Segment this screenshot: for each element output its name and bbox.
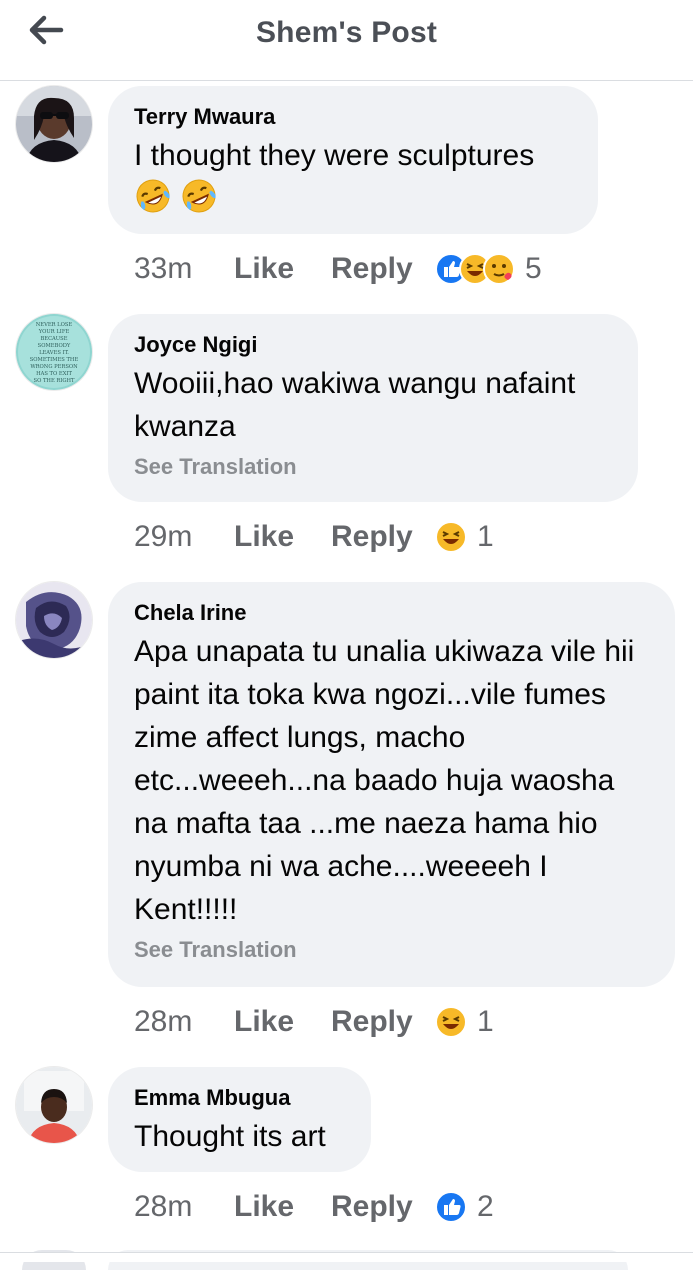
page-title: Shem's Post bbox=[255, 16, 438, 49]
reply-button[interactable]: Reply bbox=[331, 520, 435, 554]
like-reaction-icon bbox=[435, 1191, 467, 1223]
comment-actions: 33m Like Reply 5 bbox=[134, 249, 542, 289]
love-reaction-icon bbox=[483, 253, 515, 285]
comment-timestamp[interactable]: 29m bbox=[134, 520, 234, 554]
comment-author[interactable]: Emma Mbugua bbox=[134, 1083, 345, 1113]
comment-text: Wooiii,hao wakiwa wangu nafaint kwanza bbox=[134, 367, 576, 443]
reply-button[interactable]: Reply bbox=[331, 252, 435, 286]
avatar-chela-irine[interactable] bbox=[16, 582, 92, 658]
reaction-count: 2 bbox=[477, 1190, 494, 1223]
like-button[interactable]: Like bbox=[234, 1005, 331, 1039]
comment-timestamp[interactable]: 33m bbox=[134, 252, 234, 286]
comment-timestamp[interactable]: 28m bbox=[134, 1005, 234, 1039]
comment-actions: 29m Like Reply 1 bbox=[134, 517, 494, 557]
rofl-emoji-icon bbox=[180, 177, 218, 227]
avatar-terry-mwaura[interactable] bbox=[16, 86, 92, 162]
svg-text:SOMETIMES THE: SOMETIMES THE bbox=[30, 357, 79, 363]
svg-text:NEVER LOSE: NEVER LOSE bbox=[36, 322, 73, 328]
comment-actions: 28m Like Reply 2 bbox=[134, 1187, 494, 1227]
laugh-reaction-icon bbox=[435, 521, 467, 553]
comment-bubble[interactable]: Terry Mwaura I thought they were sculptu… bbox=[108, 86, 598, 234]
svg-text:SO THE RIGHT: SO THE RIGHT bbox=[34, 378, 75, 384]
comment-actions: 28m Like Reply 1 bbox=[134, 1002, 494, 1042]
svg-text:YOUR LIFE: YOUR LIFE bbox=[38, 329, 70, 335]
reaction-summary[interactable]: 2 bbox=[435, 1190, 494, 1224]
comment-author[interactable]: Terry Mwaura bbox=[134, 102, 572, 132]
svg-text:WRONG PERSON: WRONG PERSON bbox=[30, 364, 78, 370]
reaction-count: 1 bbox=[477, 520, 494, 553]
avatar-joyce-ngigi[interactable]: NEVER LOSE YOUR LIFE BECAUSE SOMEBODY LE… bbox=[16, 314, 92, 390]
reaction-summary[interactable]: 5 bbox=[435, 252, 542, 286]
svg-text:BECAUSE: BECAUSE bbox=[40, 336, 67, 342]
reply-button[interactable]: Reply bbox=[331, 1190, 435, 1224]
like-button[interactable]: Like bbox=[234, 1190, 331, 1224]
reaction-count: 1 bbox=[477, 1005, 494, 1038]
svg-text:HAS TO EXIT: HAS TO EXIT bbox=[36, 371, 72, 377]
comment-text: I thought they were sculptures bbox=[134, 134, 572, 227]
see-translation-link[interactable]: See Translation bbox=[134, 937, 649, 963]
reaction-count: 5 bbox=[525, 252, 542, 285]
rofl-emoji-icon bbox=[134, 177, 172, 227]
reply-button[interactable]: Reply bbox=[331, 1005, 435, 1039]
comment-text: Apa unapata tu unalia ukiwaza vile hii p… bbox=[134, 635, 635, 926]
svg-text:LEAVES IT.: LEAVES IT. bbox=[39, 350, 69, 356]
comment-text-content: I thought they were sculptures bbox=[134, 139, 535, 172]
comment-timestamp[interactable]: 28m bbox=[134, 1190, 234, 1224]
comment-bubble[interactable]: Emma Mbugua Thought its art bbox=[108, 1067, 371, 1172]
reaction-summary[interactable]: 1 bbox=[435, 520, 494, 554]
svg-text:SOMEBODY: SOMEBODY bbox=[38, 343, 71, 349]
avatar-emma-mbugua[interactable] bbox=[16, 1067, 92, 1143]
comment-author[interactable]: Joyce Ngigi bbox=[134, 330, 612, 360]
comment-text: Thought its art bbox=[134, 1120, 326, 1153]
see-translation-link[interactable]: See Translation bbox=[134, 454, 612, 480]
comment-bubble[interactable]: Joyce Ngigi Wooiii,hao wakiwa wangu nafa… bbox=[108, 314, 638, 502]
like-button[interactable]: Like bbox=[234, 252, 331, 286]
comment-author[interactable]: Chela Irine bbox=[134, 598, 649, 628]
comment-bubble[interactable]: Chela Irine Apa unapata tu unalia ukiwaz… bbox=[108, 582, 675, 987]
reaction-summary[interactable]: 1 bbox=[435, 1005, 494, 1039]
like-button[interactable]: Like bbox=[234, 520, 331, 554]
laugh-reaction-icon bbox=[435, 1006, 467, 1038]
top-bar: Shem's Post bbox=[0, 0, 693, 81]
